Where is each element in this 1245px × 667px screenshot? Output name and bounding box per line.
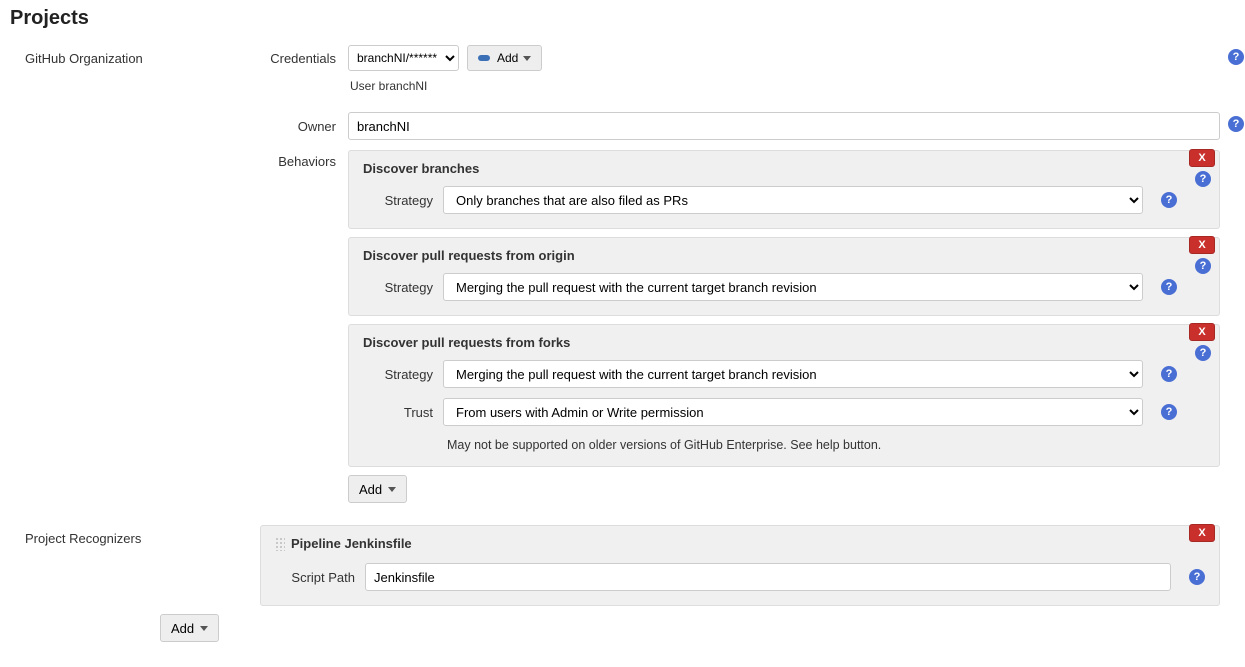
help-icon[interactable]: ? bbox=[1161, 192, 1177, 208]
credentials-select[interactable]: branchNI/****** bbox=[348, 45, 459, 71]
add-credentials-button[interactable]: Add bbox=[467, 45, 542, 71]
owner-label: Owner bbox=[260, 119, 348, 134]
strategy-select[interactable]: Merging the pull request with the curren… bbox=[443, 273, 1143, 301]
credentials-user-hint: User branchNI bbox=[348, 75, 427, 103]
delete-button[interactable]: X bbox=[1189, 236, 1215, 254]
help-icon[interactable]: ? bbox=[1228, 116, 1244, 132]
drag-handle-icon[interactable] bbox=[275, 537, 285, 551]
behavior-title: Discover pull requests from origin bbox=[363, 248, 1205, 263]
help-icon[interactable]: ? bbox=[1228, 49, 1244, 65]
github-org-label: GitHub Organization bbox=[10, 45, 260, 66]
behavior-card: X ? Discover pull requests from forks St… bbox=[348, 324, 1220, 467]
trust-select[interactable]: From users with Admin or Write permissio… bbox=[443, 398, 1143, 426]
strategy-label: Strategy bbox=[363, 367, 433, 382]
strategy-label: Strategy bbox=[363, 280, 433, 295]
strategy-select[interactable]: Only branches that are also filed as PRs bbox=[443, 186, 1143, 214]
help-icon[interactable]: ? bbox=[1195, 258, 1211, 274]
behavior-card: X ? Discover pull requests from origin S… bbox=[348, 237, 1220, 316]
help-icon[interactable]: ? bbox=[1161, 404, 1177, 420]
behavior-title: Discover pull requests from forks bbox=[363, 335, 1205, 350]
credentials-label: Credentials bbox=[260, 51, 348, 66]
key-icon bbox=[478, 55, 490, 61]
script-path-label: Script Path bbox=[275, 570, 355, 585]
behavior-title: Discover branches bbox=[363, 161, 1205, 176]
recognizer-card: X Pipeline Jenkinsfile Script Path ? bbox=[260, 525, 1220, 606]
recognizers-label: Project Recognizers bbox=[10, 525, 260, 546]
projects-heading: Projects bbox=[10, 7, 1235, 30]
trust-note: May not be supported on older versions o… bbox=[447, 436, 1205, 452]
add-label: Add bbox=[171, 621, 194, 636]
caret-icon bbox=[200, 626, 208, 631]
behaviors-add-button[interactable]: Add bbox=[348, 475, 407, 503]
recognizers-add-button[interactable]: Add bbox=[160, 614, 219, 642]
delete-button[interactable]: X bbox=[1189, 524, 1215, 542]
add-label: Add bbox=[359, 482, 382, 497]
help-icon[interactable]: ? bbox=[1195, 171, 1211, 187]
recognizer-title: Pipeline Jenkinsfile bbox=[291, 536, 412, 551]
caret-icon bbox=[388, 487, 396, 492]
delete-button[interactable]: X bbox=[1189, 323, 1215, 341]
help-icon[interactable]: ? bbox=[1161, 366, 1177, 382]
help-icon[interactable]: ? bbox=[1161, 279, 1177, 295]
delete-button[interactable]: X bbox=[1189, 149, 1215, 167]
script-path-input[interactable] bbox=[365, 563, 1171, 591]
strategy-select[interactable]: Merging the pull request with the curren… bbox=[443, 360, 1143, 388]
caret-icon bbox=[523, 56, 531, 61]
add-credentials-label: Add bbox=[497, 51, 518, 65]
trust-label: Trust bbox=[363, 405, 433, 420]
help-icon[interactable]: ? bbox=[1189, 569, 1205, 585]
owner-input[interactable] bbox=[348, 112, 1220, 140]
help-icon[interactable]: ? bbox=[1195, 345, 1211, 361]
behaviors-label: Behaviors bbox=[260, 150, 348, 169]
behavior-card: X ? Discover branches Strategy Only bran… bbox=[348, 150, 1220, 229]
strategy-label: Strategy bbox=[363, 193, 433, 208]
